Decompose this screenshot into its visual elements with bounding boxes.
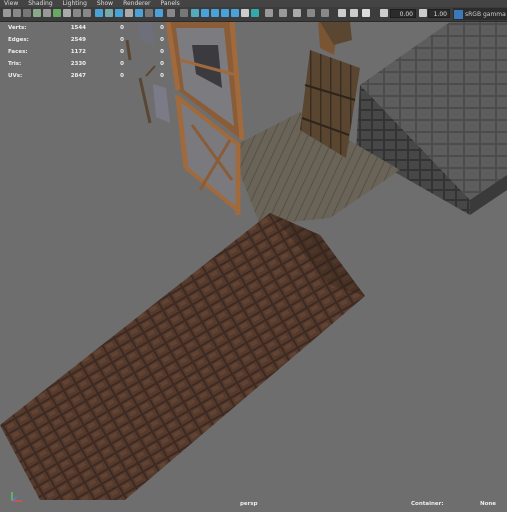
bookmark-icon[interactable] — [23, 9, 31, 17]
menu-show[interactable]: Show — [97, 0, 113, 7]
hud-component: 0 — [160, 61, 164, 67]
hud-label: Tris: — [8, 61, 22, 67]
shadows-icon[interactable] — [145, 9, 153, 17]
hud-value: 1172 — [70, 49, 86, 55]
gamma-toggle-icon[interactable] — [419, 9, 427, 17]
light-icon[interactable] — [241, 9, 249, 17]
hud-component: 0 — [160, 49, 164, 55]
resolution-gate-icon[interactable] — [83, 9, 91, 17]
xray-joints-icon[interactable] — [180, 9, 188, 17]
hud-selected: 0 — [120, 25, 124, 31]
camera-attributes-icon[interactable] — [13, 9, 21, 17]
texture-icon[interactable] — [307, 9, 315, 17]
hud-row-faces: Faces: 1172 0 0 — [8, 46, 164, 58]
poly-count-hud: Verts: 1544 0 0 Edges: 2549 0 0 Faces: 1… — [8, 22, 164, 82]
camera-icon[interactable] — [321, 9, 329, 17]
xray-icon[interactable] — [167, 9, 175, 17]
hud-row-uvs: UVs: 2847 0 0 — [8, 70, 164, 82]
gamma-field[interactable]: 1.00 — [428, 9, 450, 18]
hud-row-edges: Edges: 2549 0 0 — [8, 34, 164, 46]
screen-space-ao-icon[interactable] — [191, 9, 199, 17]
layout-alt-icon[interactable] — [350, 9, 358, 17]
color-space-icon — [454, 9, 463, 19]
panel-menu-bar: View Shading Lighting Show Renderer Pane… — [0, 0, 507, 7]
menu-renderer[interactable]: Renderer — [123, 0, 150, 7]
gamma-icon[interactable] — [380, 9, 388, 17]
light-bulb-icon[interactable] — [293, 9, 301, 17]
hud-label: UVs: — [8, 73, 23, 79]
isolate-icon[interactable] — [231, 9, 239, 17]
hud-selected: 0 — [120, 37, 124, 43]
hud-value: 2330 — [70, 61, 86, 67]
grid-icon[interactable] — [63, 9, 71, 17]
viewport-footer: persp Container: None — [0, 492, 507, 512]
menu-view[interactable]: View — [4, 0, 18, 7]
textured-icon[interactable] — [125, 9, 133, 17]
menu-shading[interactable]: Shading — [28, 0, 52, 7]
hud-label: Faces: — [8, 49, 28, 55]
hud-row-verts: Verts: 1544 0 0 — [8, 22, 164, 34]
color-space-dropdown[interactable]: sRGB gamma — [453, 8, 507, 20]
depth-of-field-icon[interactable] — [221, 9, 229, 17]
image-plane-icon[interactable] — [33, 9, 41, 17]
exposure-icon[interactable] — [362, 9, 370, 17]
viewport-toolbar: 0.00 1.00 sRGB gamma — [0, 7, 507, 22]
camera-select-icon[interactable] — [3, 9, 11, 17]
sphere-alt-icon[interactable] — [279, 9, 287, 17]
axis-gizmo-icon — [11, 492, 22, 502]
hud-selected: 0 — [120, 61, 124, 67]
menu-panels[interactable]: Panels — [160, 0, 179, 7]
hud-label: Edges: — [8, 37, 29, 43]
film-gate-icon[interactable] — [73, 9, 81, 17]
menu-lighting[interactable]: Lighting — [63, 0, 87, 7]
hud-icon[interactable] — [251, 9, 259, 17]
hud-component: 0 — [160, 37, 164, 43]
wireframe-on-shaded-icon[interactable] — [115, 9, 123, 17]
wireframe-icon[interactable] — [95, 9, 103, 17]
color-space-label: sRGB gamma — [465, 10, 506, 18]
smooth-shade-icon[interactable] — [105, 9, 113, 17]
hud-value: 2549 — [70, 37, 86, 43]
exposure-field[interactable]: 0.00 — [390, 9, 416, 18]
two-d-pan-zoom-icon[interactable] — [43, 9, 51, 17]
multisample-aa-icon[interactable] — [211, 9, 219, 17]
stone-platform — [356, 22, 507, 215]
hud-row-tris: Tris: 2330 0 0 — [8, 58, 164, 70]
grease-pencil-icon[interactable] — [53, 9, 61, 17]
camera-name: persp — [240, 501, 258, 507]
hud-label: Verts: — [8, 25, 27, 31]
isolate-select-icon[interactable] — [155, 9, 163, 17]
container-label: Container: — [411, 501, 444, 507]
hud-selected: 0 — [120, 49, 124, 55]
tiled-roof — [0, 213, 365, 500]
hud-selected: 0 — [120, 73, 124, 79]
hud-value: 1544 — [70, 25, 86, 31]
sphere-icon[interactable] — [265, 9, 273, 17]
hud-component: 0 — [160, 73, 164, 79]
motion-blur-icon[interactable] — [201, 9, 209, 17]
hud-component: 0 — [160, 25, 164, 31]
use-lights-icon[interactable] — [135, 9, 143, 17]
layout-icon[interactable] — [338, 9, 346, 17]
container-value: None — [480, 501, 497, 507]
hud-value: 2847 — [70, 73, 86, 79]
